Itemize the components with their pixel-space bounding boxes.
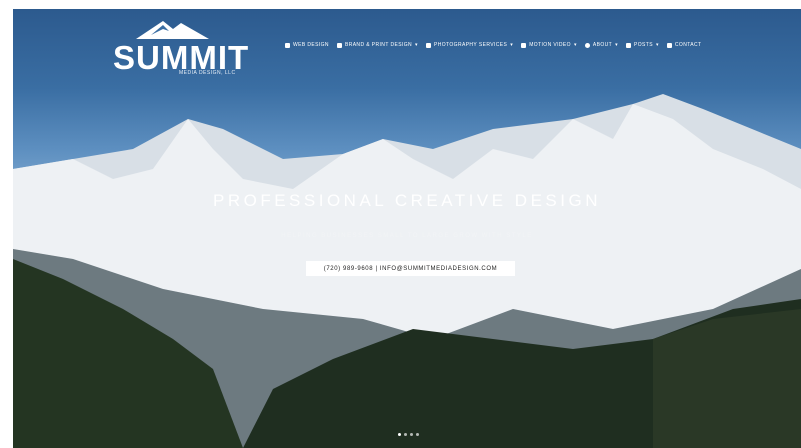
hero-headline: PROFESSIONAL CREATIVE DESIGN: [212, 191, 601, 210]
hero-banner: SUMMIT MEDIA DESIGN, LLC Web Design Bran…: [13, 9, 801, 448]
video-icon: [521, 42, 527, 48]
envelope-icon: [666, 42, 672, 48]
info-icon: [584, 42, 590, 48]
nav-item-posts[interactable]: Posts ▾: [626, 42, 659, 48]
brand-tagline: MEDIA DESIGN, LLC: [179, 70, 236, 76]
slider-dot[interactable]: [398, 433, 401, 436]
chevron-down-icon: ▾: [573, 42, 577, 48]
slider-dot[interactable]: [410, 433, 413, 436]
chevron-down-icon: ▾: [415, 42, 418, 48]
slider-pagination: [398, 433, 419, 436]
nav-item-motion-video[interactable]: Motion Video ▾: [521, 42, 577, 48]
nav-item-web-design[interactable]: Web Design: [285, 42, 329, 48]
chevron-down-icon: ▾: [615, 42, 619, 48]
slider-dot[interactable]: [404, 433, 407, 436]
hero-subheadline: HELPING BUSINESSES SMALL TO LARGE GROW W…: [281, 233, 533, 239]
nav-item-contact[interactable]: Contact: [666, 42, 702, 48]
nav-label: Web Design: [293, 42, 329, 48]
chevron-down-icon: ▾: [655, 42, 659, 48]
main-nav: Web Design Brand & Print Design ▾ Photogr…: [285, 42, 702, 48]
document-icon: [626, 42, 632, 48]
nav-item-photography[interactable]: Photography Services ▾: [425, 42, 514, 48]
camera-icon: [425, 42, 431, 48]
monitor-icon: [285, 42, 290, 48]
chevron-down-icon: ▾: [510, 42, 514, 48]
pen-icon: [336, 42, 342, 48]
nav-label: About: [592, 42, 613, 48]
slider-dot[interactable]: [416, 433, 419, 436]
nav-item-about[interactable]: About ▾: [584, 42, 619, 48]
nav-label: Motion Video: [529, 42, 571, 48]
nav-label: Brand & Print Design: [344, 42, 413, 48]
nav-label: Posts: [634, 42, 653, 48]
contact-cta-button[interactable]: (720) 989-9608 | INFO@SUMMITMEDIADESIGN.…: [306, 261, 515, 276]
nav-label: Contact: [674, 42, 702, 48]
nav-item-brand-print[interactable]: Brand & Print Design ▾: [336, 42, 418, 48]
nav-label: Photography Services: [433, 42, 508, 48]
